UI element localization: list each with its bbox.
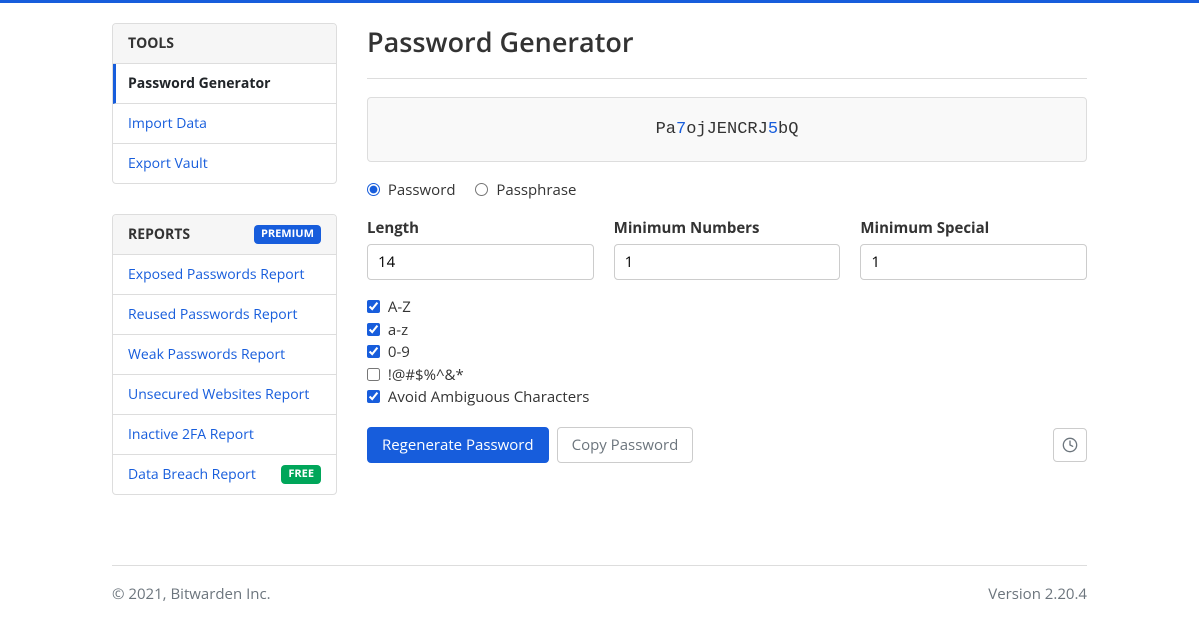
- sidebar-item-label: Exposed Passwords Report: [128, 265, 304, 284]
- option-numbers-label: 0-9: [388, 342, 410, 362]
- premium-badge: Premium: [254, 225, 321, 243]
- sidebar: Tools Password Generator Import Data Exp…: [112, 23, 337, 525]
- main-content: Password Generator Pa7ojJENCRJ5bQ Passwo…: [367, 23, 1087, 525]
- reports-header: Reports Premium: [113, 215, 336, 255]
- sidebar-item-password-generator[interactable]: Password Generator: [113, 64, 336, 104]
- length-input[interactable]: [367, 244, 594, 280]
- type-password-radio[interactable]: [367, 183, 380, 196]
- generated-password: Pa7ojJENCRJ5bQ: [367, 97, 1087, 162]
- option-special-label: !@#$%^&*: [388, 365, 464, 385]
- sidebar-item-exposed-passwords[interactable]: Exposed Passwords Report: [113, 255, 336, 295]
- sidebar-item-label: Password Generator: [128, 74, 270, 93]
- regenerate-button[interactable]: Regenerate Password: [367, 427, 549, 463]
- sidebar-item-label: Reused Passwords Report: [128, 305, 297, 324]
- sidebar-item-label: Weak Passwords Report: [128, 345, 285, 364]
- history-icon: [1062, 437, 1078, 453]
- option-ambiguous-label: Avoid Ambiguous Characters: [388, 387, 590, 407]
- free-badge: Free: [281, 465, 321, 483]
- option-ambiguous[interactable]: Avoid Ambiguous Characters: [367, 386, 1087, 409]
- type-password-label: Password: [388, 180, 456, 200]
- option-lowercase-checkbox[interactable]: [367, 323, 380, 336]
- page-title: Password Generator: [367, 23, 1087, 60]
- tools-card: Tools Password Generator Import Data Exp…: [112, 23, 337, 184]
- type-password-option[interactable]: Password: [367, 180, 459, 200]
- option-numbers[interactable]: 0-9: [367, 341, 1087, 364]
- footer: © 2021, Bitwarden Inc. Version 2.20.4: [112, 566, 1087, 624]
- sidebar-item-label: Export Vault: [128, 154, 208, 173]
- footer-copyright: © 2021, Bitwarden Inc.: [112, 584, 271, 604]
- min-numbers-label: Minimum Numbers: [614, 218, 841, 238]
- sidebar-item-import-data[interactable]: Import Data: [113, 104, 336, 144]
- sidebar-item-weak-passwords[interactable]: Weak Passwords Report: [113, 335, 336, 375]
- sidebar-item-data-breach[interactable]: Data Breach Report Free: [113, 455, 336, 494]
- sidebar-item-label: Unsecured Websites Report: [128, 385, 309, 404]
- option-special-checkbox[interactable]: [367, 368, 380, 381]
- sidebar-item-label: Import Data: [128, 114, 207, 133]
- sidebar-item-export-vault[interactable]: Export Vault: [113, 144, 336, 183]
- option-ambiguous-checkbox[interactable]: [367, 390, 380, 403]
- sidebar-item-unsecured-websites[interactable]: Unsecured Websites Report: [113, 375, 336, 415]
- type-radio-group: Password Passphrase: [367, 180, 1087, 200]
- title-divider: [367, 78, 1087, 79]
- option-numbers-checkbox[interactable]: [367, 345, 380, 358]
- reports-header-label: Reports: [128, 225, 190, 244]
- footer-version: Version 2.20.4: [988, 584, 1087, 604]
- option-special[interactable]: !@#$%^&*: [367, 364, 1087, 387]
- sidebar-item-inactive-2fa[interactable]: Inactive 2FA Report: [113, 415, 336, 455]
- min-special-input[interactable]: [860, 244, 1087, 280]
- type-passphrase-radio[interactable]: [475, 183, 488, 196]
- option-uppercase-checkbox[interactable]: [367, 300, 380, 313]
- sidebar-item-label: Data Breach Report: [128, 465, 256, 484]
- option-uppercase-label: A-Z: [388, 297, 411, 317]
- sidebar-item-label: Inactive 2FA Report: [128, 425, 254, 444]
- reports-card: Reports Premium Exposed Passwords Report…: [112, 214, 337, 495]
- option-lowercase-label: a-z: [388, 320, 408, 340]
- type-passphrase-label: Passphrase: [496, 180, 576, 200]
- tools-header: Tools: [113, 24, 336, 64]
- option-lowercase[interactable]: a-z: [367, 319, 1087, 342]
- copy-button[interactable]: Copy Password: [557, 427, 694, 463]
- min-special-label: Minimum Special: [860, 218, 1087, 238]
- sidebar-item-reused-passwords[interactable]: Reused Passwords Report: [113, 295, 336, 335]
- history-button[interactable]: [1053, 428, 1087, 462]
- tools-header-label: Tools: [128, 34, 174, 53]
- min-numbers-input[interactable]: [614, 244, 841, 280]
- option-uppercase[interactable]: A-Z: [367, 296, 1087, 319]
- type-passphrase-option[interactable]: Passphrase: [475, 180, 576, 200]
- length-label: Length: [367, 218, 594, 238]
